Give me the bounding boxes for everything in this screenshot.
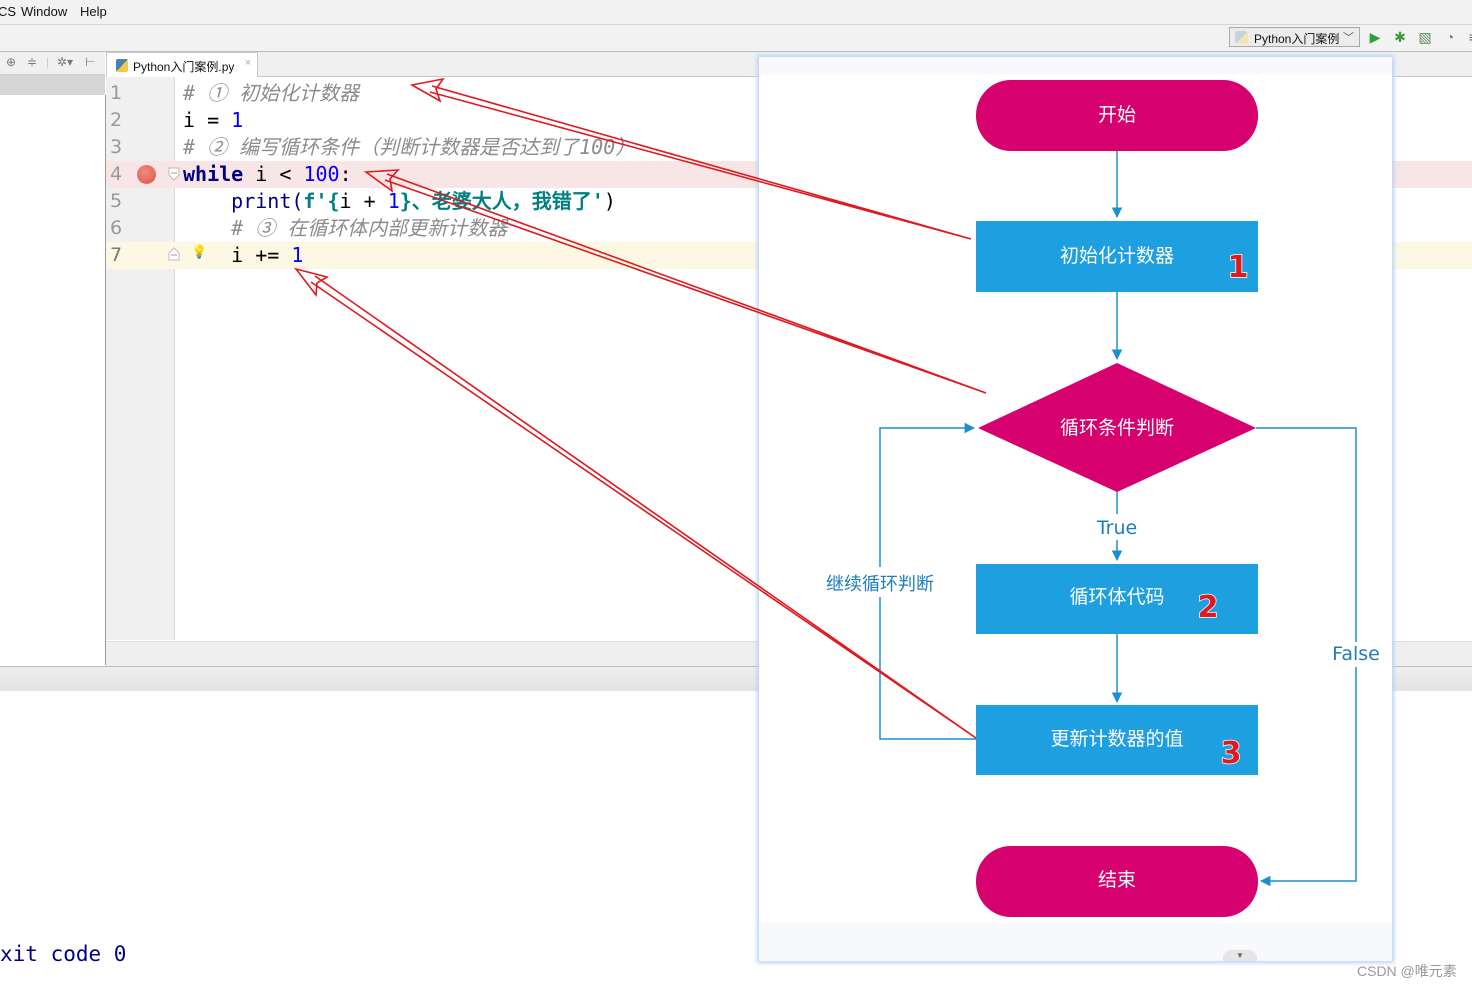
node-update-label: 更新计数器的值 bbox=[1050, 728, 1183, 750]
edge-label-true: True bbox=[1096, 517, 1137, 539]
lightbulb-icon[interactable]: 💡 bbox=[191, 244, 207, 260]
menu-bar: CS Window Help bbox=[0, 0, 1472, 25]
code-token: ) bbox=[603, 189, 616, 213]
code-line[interactable]: # ③ 在循环体内部更新计数器 bbox=[183, 215, 507, 242]
code-line[interactable]: # ① 初始化计数器 bbox=[183, 80, 359, 107]
code-token: # ① 初始化计数器 bbox=[183, 81, 360, 105]
watermark: CSDN @唯元素 bbox=[1357, 963, 1457, 979]
code-line[interactable]: print(f'{i + 1}、老婆大人，我错了') bbox=[183, 188, 616, 215]
run-config-label: Python入门案例 bbox=[1254, 32, 1340, 46]
edge-loop-back-b bbox=[879, 422, 976, 567]
code-token: print( bbox=[183, 189, 304, 213]
menu-window[interactable]: Window bbox=[21, 4, 67, 19]
code-token: 100 bbox=[303, 162, 340, 186]
python-file-icon bbox=[116, 59, 128, 72]
line-number: 4 bbox=[110, 163, 123, 185]
chevron-down-icon: ﹀ bbox=[1343, 32, 1354, 44]
hide-icon[interactable]: ⊢ bbox=[85, 55, 95, 69]
close-icon[interactable]: × bbox=[245, 57, 251, 69]
edge-false-b bbox=[1259, 667, 1357, 887]
line-number: 1 bbox=[110, 82, 123, 104]
project-tree-header bbox=[0, 75, 105, 95]
code-token: i = bbox=[183, 108, 232, 132]
node-body-label: 循环体代码 bbox=[1069, 586, 1164, 608]
node-end-label: 结束 bbox=[1098, 869, 1136, 891]
collapse-icon[interactable]: ≑ bbox=[27, 55, 37, 69]
edge-label-false: False bbox=[1332, 643, 1380, 665]
node-init-label: 初始化计数器 bbox=[1060, 245, 1174, 267]
flowchart-svg: 开始 初始化计数器 循环条件判断 循环体代码 更新计数器的值 结束 True F… bbox=[826, 80, 1380, 917]
coverage-icon[interactable]: ▧ bbox=[1417, 29, 1433, 45]
run-config-select[interactable]: Python入门案例 ﹀ bbox=[1229, 27, 1360, 47]
debug-icon[interactable]: ✱ bbox=[1392, 29, 1408, 45]
more-icon[interactable]: ≡ bbox=[1465, 29, 1472, 45]
edge-label-loop: 继续循环判断 bbox=[826, 574, 934, 595]
flowchart-image: ▼ 开始 初始化计数器 循环条件判断 循环体代码 更新计数器的值 结束 True… bbox=[759, 57, 1392, 961]
line-number: 2 bbox=[110, 109, 123, 131]
edge-loop-back-a bbox=[879, 597, 976, 740]
console-exit-text: xit code 0 bbox=[0, 942, 127, 966]
project-tree bbox=[0, 95, 106, 665]
badge-2: 2 bbox=[1198, 590, 1219, 625]
menu-vcs[interactable]: CS bbox=[0, 4, 16, 19]
line-number: 5 bbox=[110, 190, 123, 212]
target-icon[interactable]: ⊕ bbox=[6, 55, 16, 69]
code-token: i + bbox=[339, 189, 388, 213]
node-cond-label: 循环条件判断 bbox=[1060, 417, 1174, 439]
code-token: f'{ bbox=[303, 189, 340, 213]
main-toolbar: Python入门案例 ﹀ ▶ ✱ ▧ ◔ ≡ bbox=[0, 25, 1472, 52]
code-token: while bbox=[183, 162, 244, 186]
gear-icon[interactable]: ✲▾ bbox=[57, 55, 73, 69]
divider: | bbox=[46, 55, 50, 69]
code-token: }、老婆大人，我错了' bbox=[399, 189, 604, 213]
tab-python-file[interactable]: Python入门案例.py × bbox=[106, 52, 258, 77]
edge-false-a bbox=[1256, 427, 1357, 642]
code-token: 1 bbox=[231, 108, 244, 132]
profile-icon[interactable]: ◔ bbox=[1442, 29, 1458, 45]
line-number: 3 bbox=[110, 136, 123, 158]
code-token: 1 bbox=[291, 243, 304, 267]
run-icon[interactable]: ▶ bbox=[1367, 29, 1383, 45]
code-token: 1 bbox=[387, 189, 400, 213]
python-icon bbox=[1235, 31, 1248, 44]
code-token: # ② 编写循环条件（判断计数器是否达到了100） bbox=[183, 135, 636, 159]
tab-label: Python入门案例.py bbox=[133, 60, 235, 74]
code-token: # ③ 在循环体内部更新计数器 bbox=[183, 216, 508, 240]
code-line[interactable]: while i < 100: bbox=[183, 161, 352, 188]
menu-help[interactable]: Help bbox=[80, 4, 107, 19]
project-toolbar: ⊕ ≑ | ✲▾ ⊢ bbox=[0, 52, 105, 75]
node-start-label: 开始 bbox=[1098, 104, 1136, 126]
line-number: 7 bbox=[110, 244, 123, 266]
code-line[interactable]: # ② 编写循环条件（判断计数器是否达到了100） bbox=[183, 134, 635, 161]
badge-3: 3 bbox=[1221, 736, 1242, 771]
line-number: 6 bbox=[110, 217, 123, 239]
code-token: i < bbox=[243, 162, 304, 186]
badge-1: 1 bbox=[1228, 250, 1249, 285]
fold-close-icon[interactable] bbox=[168, 247, 180, 261]
breakpoint-icon[interactable] bbox=[137, 165, 156, 184]
code-line[interactable]: i = 1 bbox=[183, 107, 243, 134]
code-token: : bbox=[339, 162, 352, 186]
fold-open-icon[interactable] bbox=[168, 167, 180, 181]
